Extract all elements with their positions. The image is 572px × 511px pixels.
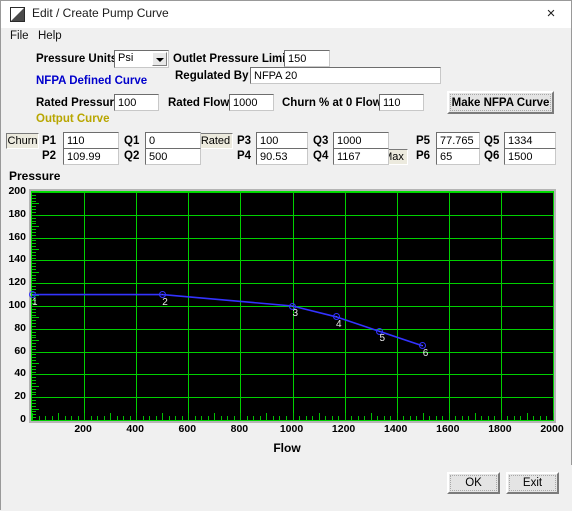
p3-label: P3 (237, 135, 252, 147)
pressure-units-label: Pressure Units (36, 53, 118, 65)
q2-input[interactable]: 500 (145, 148, 201, 165)
p6-label: P6 (416, 150, 431, 162)
plot-area[interactable]: 1 2 3 4 5 6 (28, 191, 554, 421)
axis-minor-tick (32, 420, 39, 421)
p5-label: P5 (416, 135, 431, 147)
q5-label: Q5 (484, 135, 500, 147)
q5-input[interactable]: 1334 (504, 132, 556, 149)
y-axis-tick-label: 180 (8, 207, 26, 220)
grid-line-vertical (553, 192, 554, 420)
q4-label: Q4 (313, 150, 329, 162)
y-axis-tick-label: 0 (20, 413, 26, 425)
title-bar: Edit / Create Pump Curve × (1, 1, 571, 28)
pressure-units-select[interactable]: Psi (114, 50, 169, 68)
x-axis-tick-label: 600 (178, 423, 197, 435)
churn-percent-label: Churn % at 0 Flow (282, 97, 382, 109)
p2-label: P2 (42, 150, 57, 162)
y-axis-tick-label: 80 (14, 321, 26, 334)
x-axis-label: Flow (273, 441, 301, 455)
rated-flow-label: Rated Flow (168, 97, 230, 109)
data-point-label: 4 (336, 318, 342, 330)
window-title: Edit / Create Pump Curve (32, 6, 169, 20)
q6-label: Q6 (484, 150, 500, 162)
exit-label: Exit (509, 475, 556, 491)
rated-pressure-input[interactable]: 100 (114, 94, 159, 111)
q3-label: Q3 (313, 135, 329, 147)
y-axis-tick-label: 200 (8, 185, 26, 197)
ok-label: OK (450, 475, 497, 491)
y-axis-tick-label: 140 (8, 253, 26, 266)
y-axis-tick-label: 160 (8, 230, 26, 243)
data-point-label: 1 (32, 296, 38, 308)
chevron-down-icon[interactable] (152, 52, 167, 66)
x-axis-tick-label: 2000 (540, 423, 564, 435)
x-axis-tick-label: 800 (230, 423, 249, 435)
x-axis-tick-label: 200 (74, 423, 92, 435)
data-point-label: 3 (292, 308, 299, 319)
x-axis-tick-label: 1800 (488, 423, 512, 435)
dialog-footer: OK Exit (1, 465, 572, 511)
p2-input[interactable]: 109.99 (63, 148, 119, 165)
data-point-label: 2 (162, 296, 168, 308)
axis-minor-tick (553, 413, 554, 420)
y-axis-tick-label: 60 (14, 344, 26, 357)
regulated-by-label: Regulated By (175, 70, 249, 82)
p1-label: P1 (42, 135, 57, 147)
grid-line-horizontal (32, 420, 553, 421)
p6-input[interactable]: 65 (436, 148, 480, 165)
x-axis-tick-label: 1200 (331, 423, 356, 435)
y-axis-tick-label: 20 (14, 390, 26, 403)
p5-input[interactable]: 77.765 (436, 132, 480, 149)
y-axis-tick-label: 40 (14, 367, 26, 380)
x-axis-tick-label: 1400 (384, 423, 408, 435)
regulated-by-input[interactable]: NFPA 20 (250, 67, 441, 84)
churn-percent-input[interactable]: 110 (379, 94, 424, 111)
rated-pressure-label: Rated Pressure (36, 97, 121, 109)
rated-flow-input[interactable]: 1000 (229, 94, 274, 111)
close-icon[interactable]: × (537, 4, 565, 24)
pressure-units-value: Psi (118, 52, 134, 64)
pump-curve-chart: Pressure 1 2 3 4 5 6 0 20 40 60 80 100 120 140 160 180… (1, 169, 572, 465)
p1-input[interactable]: 110 (63, 132, 119, 149)
x-axis-tick-label: 1000 (279, 423, 304, 435)
y-axis-label: Pressure (9, 169, 61, 183)
pump-curve-window: Edit / Create Pump Curve × File Help Pre… (0, 0, 572, 511)
y-axis-tick-label: 100 (8, 299, 26, 311)
make-nfpa-curve-label: Make NFPA Curve (450, 94, 551, 111)
menu-item-help[interactable]: Help (34, 29, 66, 43)
pump-curve-icon (10, 7, 25, 22)
p4-label: P4 (237, 150, 252, 162)
data-point-label: 5 (379, 333, 386, 345)
data-point-label: 6 (422, 347, 429, 359)
ok-button[interactable]: OK (447, 472, 500, 494)
q4-input[interactable]: 1167 (333, 148, 389, 165)
q1-input[interactable]: 0 (145, 132, 201, 149)
y-axis-tick-label: 120 (8, 276, 26, 289)
p3-input[interactable]: 100 (256, 132, 308, 149)
outlet-pressure-limit-label: Outlet Pressure Limit (173, 53, 290, 65)
p4-input[interactable]: 90.53 (256, 148, 308, 165)
x-axis-tick-label: 400 (126, 423, 144, 435)
nfpa-defined-curve-heading: NFPA Defined Curve (36, 75, 148, 87)
rated-tag: Rated (198, 133, 233, 149)
output-curve-heading: Output Curve (36, 113, 110, 125)
output-curve-section: Output Curve Churn Rated Max P1 110 Q1 0… (1, 111, 572, 169)
q6-input[interactable]: 1500 (504, 148, 556, 165)
menu-item-file[interactable]: File (6, 29, 33, 43)
q3-input[interactable]: 1000 (333, 132, 389, 149)
x-axis-tick-label: 1600 (436, 423, 460, 435)
q1-label: Q1 (124, 135, 140, 147)
menu-bar: File Help (1, 28, 571, 45)
exit-button[interactable]: Exit (506, 472, 559, 494)
q2-label: Q2 (124, 150, 140, 162)
churn-tag: Churn (6, 133, 39, 149)
outlet-pressure-limit-input[interactable]: 150 (284, 50, 330, 67)
